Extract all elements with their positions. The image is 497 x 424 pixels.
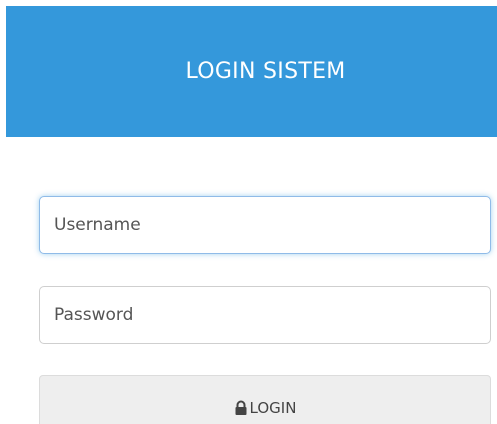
- login-page: LOGIN SISTEM LOGIN: [0, 0, 497, 424]
- login-button[interactable]: LOGIN: [39, 375, 491, 424]
- login-header: LOGIN SISTEM: [6, 6, 497, 137]
- page-title: LOGIN SISTEM: [185, 59, 346, 84]
- lock-icon: [235, 400, 247, 415]
- password-input[interactable]: [39, 286, 491, 344]
- login-button-label: LOGIN: [249, 399, 297, 417]
- username-input[interactable]: [39, 196, 491, 254]
